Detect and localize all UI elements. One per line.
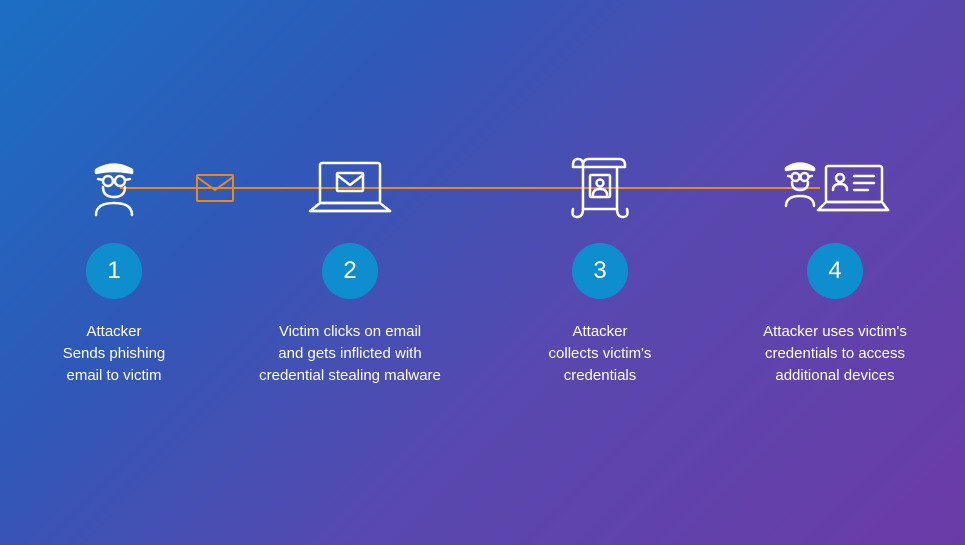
step-badge-4: 4: [807, 243, 863, 299]
step-badge-3: 3: [572, 243, 628, 299]
step-badge-2: 2: [322, 243, 378, 299]
step-4: 4 Attacker uses victim's credentials to …: [735, 150, 935, 386]
step-badge-1: 1: [86, 243, 142, 299]
phishing-attack-diagram: 1 Attacker Sends phishing email to victi…: [0, 150, 965, 410]
step-3: 3 Attacker collects victim's credentials: [500, 150, 700, 386]
step-caption: Victim clicks on email and gets inflicte…: [250, 321, 450, 386]
laptop-email-icon: [250, 150, 450, 225]
step-caption: Attacker Sends phishing email to victim: [14, 321, 214, 386]
attacker-icon: [14, 150, 214, 225]
step-number: 1: [107, 257, 120, 285]
step-number: 3: [593, 257, 606, 285]
scroll-profile-icon: [500, 150, 700, 225]
step-1: 1 Attacker Sends phishing email to victi…: [14, 150, 214, 386]
step-caption: Attacker uses victim's credentials to ac…: [735, 321, 935, 386]
step-number: 2: [343, 257, 356, 285]
step-number: 4: [828, 257, 841, 285]
step-2: 2 Victim clicks on email and gets inflic…: [250, 150, 450, 386]
attacker-laptop-icon: [735, 150, 935, 225]
step-caption: Attacker collects victim's credentials: [500, 321, 700, 386]
